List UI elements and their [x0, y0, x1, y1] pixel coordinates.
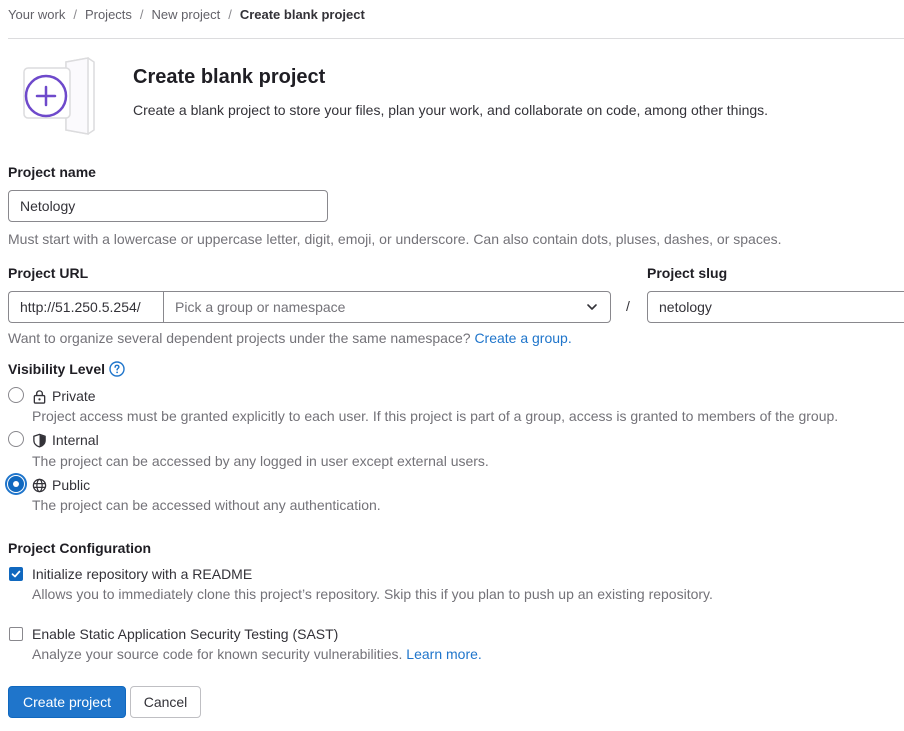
visibility-internal-title: Internal: [52, 432, 99, 448]
breadcrumb-separator: /: [73, 7, 77, 22]
project-slug-input[interactable]: netology: [647, 291, 904, 323]
visibility-internal-description: The project can be accessed by any logge…: [32, 453, 489, 469]
visibility-public-description: The project can be accessed without any …: [32, 497, 381, 513]
create-project-button[interactable]: Create project: [8, 686, 126, 718]
readme-checkbox[interactable]: [9, 567, 23, 581]
sast-label[interactable]: Enable Static Application Security Testi…: [32, 626, 338, 642]
breadcrumb: Your work / Projects / New project / Cre…: [8, 7, 365, 22]
breadcrumb-new-project[interactable]: New project: [152, 7, 221, 22]
lock-icon: [33, 389, 46, 404]
url-slug-separator: /: [626, 298, 630, 314]
visibility-internal-option[interactable]: Internal: [32, 432, 99, 448]
breadcrumb-current: Create blank project: [239, 7, 365, 22]
visibility-public-option[interactable]: Public: [32, 477, 90, 493]
visibility-private-title: Private: [52, 388, 96, 404]
sast-description-text: Analyze your source code for known secur…: [32, 646, 403, 662]
visibility-private-description: Project access must be granted explicitl…: [32, 408, 839, 424]
project-url-help: Want to organize several dependent proje…: [8, 330, 572, 346]
sast-description: Analyze your source code for known secur…: [32, 646, 482, 662]
breadcrumb-your-work[interactable]: Your work: [8, 7, 65, 22]
visibility-public-title: Public: [52, 477, 91, 493]
check-icon: [11, 570, 21, 578]
project-name-label: Project name: [8, 164, 96, 180]
visibility-public-radio[interactable]: [8, 476, 24, 492]
create-group-link[interactable]: Create a group.: [474, 330, 571, 346]
chevron-down-icon: [587, 304, 597, 310]
sast-checkbox[interactable]: [9, 627, 23, 641]
blank-project-illustration: [22, 56, 106, 136]
project-url-help-text: Want to organize several dependent proje…: [8, 330, 471, 346]
cancel-button[interactable]: Cancel: [130, 686, 201, 718]
project-slug-label: Project slug: [647, 265, 728, 281]
question-circle-icon[interactable]: [109, 361, 125, 377]
shield-icon: [33, 433, 46, 448]
breadcrumb-projects[interactable]: Projects: [85, 7, 132, 22]
visibility-private-option[interactable]: Private: [32, 388, 96, 404]
project-url-prefix: http://51.250.5.254/: [8, 291, 163, 323]
readme-label[interactable]: Initialize repository with a README: [32, 566, 252, 582]
globe-icon: [32, 478, 47, 492]
project-name-help: Must start with a lowercase or uppercase…: [8, 231, 782, 247]
visibility-private-radio[interactable]: [8, 387, 24, 403]
breadcrumb-separator: /: [139, 7, 144, 22]
project-name-input[interactable]: Netology: [8, 190, 328, 222]
project-configuration-label: Project Configuration: [8, 540, 152, 556]
namespace-select-placeholder: Pick a group or namespace: [175, 299, 346, 315]
visibility-level-label: Visibility Level: [8, 361, 106, 377]
page-description: Create a blank project to store your fil…: [133, 102, 769, 118]
visibility-internal-radio[interactable]: [8, 431, 24, 447]
project-url-label: Project URL: [8, 265, 89, 281]
readme-description: Allows you to immediately clone this pro…: [32, 586, 713, 602]
namespace-select[interactable]: Pick a group or namespace: [163, 291, 611, 323]
breadcrumb-separator: /: [228, 7, 232, 22]
visibility-level-heading: Visibility Level: [8, 361, 125, 377]
project-url-group: http://51.250.5.254/ Pick a group or nam…: [8, 291, 611, 323]
page-title: Create blank project: [133, 66, 326, 88]
learn-more-link[interactable]: Learn more.: [406, 646, 481, 662]
header-divider: [8, 38, 904, 39]
